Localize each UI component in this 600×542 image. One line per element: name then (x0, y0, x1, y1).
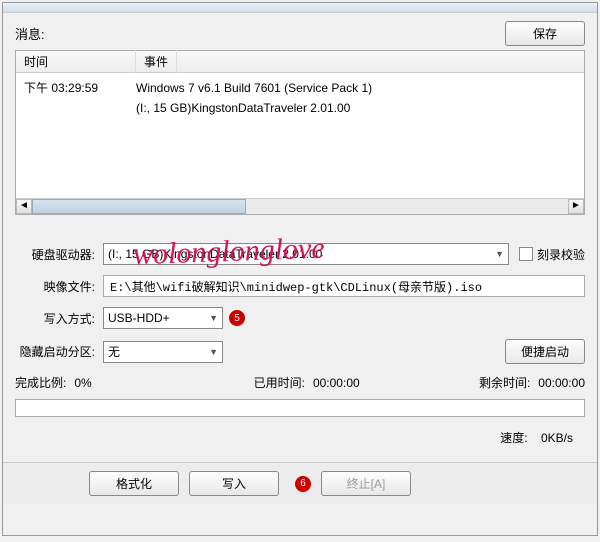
write-mode-select[interactable]: USB-HDD+ ▼ (103, 307, 223, 329)
verify-label: 刻录校验 (537, 246, 585, 263)
write-mode-label: 写入方式: (15, 310, 95, 327)
elapsed-value: 00:00:00 (313, 376, 360, 390)
message-label: 消息: (15, 24, 45, 43)
format-button[interactable]: 格式化 (89, 471, 179, 496)
scroll-left-icon[interactable]: ◄ (16, 199, 32, 214)
window-titlebar (3, 3, 597, 13)
speed-label: 速度: (500, 431, 527, 445)
col-time[interactable]: 时间 (16, 50, 136, 73)
log-time: 下午 03:29:59 (24, 79, 136, 119)
hide-partition-select[interactable]: 无 ▼ (103, 341, 223, 363)
abort-button[interactable]: 终止[A] (321, 471, 411, 496)
drive-select[interactable]: (I:, 15 GB)KingstonDataTraveler 2.01.00 … (103, 243, 509, 265)
image-label: 映像文件: (15, 278, 95, 295)
hide-partition-label: 隐藏启动分区: (15, 343, 95, 360)
quick-boot-button[interactable]: 便捷启动 (505, 339, 585, 364)
scroll-track[interactable] (32, 199, 568, 214)
speed-row: 速度: 0KB/s (15, 425, 585, 454)
log-row: 下午 03:29:59 Windows 7 v6.1 Build 7601 (S… (16, 73, 584, 125)
chevron-down-icon: ▼ (209, 347, 218, 357)
main-window: 消息: 保存 时间 事件 下午 03:29:59 Windows 7 v6.1 … (2, 2, 598, 536)
settings-form: 硬盘驱动器: (I:, 15 GB)KingstonDataTraveler 2… (15, 243, 585, 454)
bottom-toolbar: 格式化 写入 6 终止[A] (3, 462, 597, 504)
elapsed-label: 已用时间: (254, 374, 305, 391)
write-mode-value: USB-HDD+ (108, 311, 170, 325)
scroll-thumb[interactable] (32, 199, 246, 214)
remain-label: 剩余时间: (479, 374, 530, 391)
hide-partition-value: 无 (108, 343, 120, 360)
col-event[interactable]: 事件 (136, 50, 177, 73)
log-event: Windows 7 v6.1 Build 7601 (Service Pack … (136, 79, 372, 119)
chevron-down-icon: ▼ (495, 249, 504, 259)
save-button[interactable]: 保存 (505, 21, 585, 46)
log-panel: 时间 事件 下午 03:29:59 Windows 7 v6.1 Build 7… (15, 50, 585, 215)
remain-value: 00:00:00 (538, 376, 585, 390)
chevron-down-icon: ▼ (209, 313, 218, 323)
log-header: 时间 事件 (16, 51, 584, 73)
scroll-right-icon[interactable]: ► (568, 199, 584, 214)
drive-label: 硬盘驱动器: (15, 246, 95, 263)
write-button[interactable]: 写入 (189, 471, 279, 496)
drive-value: (I:, 15 GB)KingstonDataTraveler 2.01.00 (108, 247, 322, 261)
annotation-badge-5: 5 (229, 310, 245, 326)
log-h-scrollbar[interactable]: ◄ ► (16, 198, 584, 214)
progress-bar (15, 399, 585, 417)
verify-checkbox[interactable] (519, 247, 533, 261)
ratio-label: 完成比例: (15, 374, 66, 391)
annotation-badge-6: 6 (295, 476, 311, 492)
ratio-value: 0% (74, 376, 134, 390)
speed-value: 0KB/s (541, 431, 573, 445)
progress-info: 完成比例: 0% 已用时间: 00:00:00 剩余时间: 00:00:00 (15, 374, 585, 391)
image-path-input[interactable] (103, 275, 585, 297)
